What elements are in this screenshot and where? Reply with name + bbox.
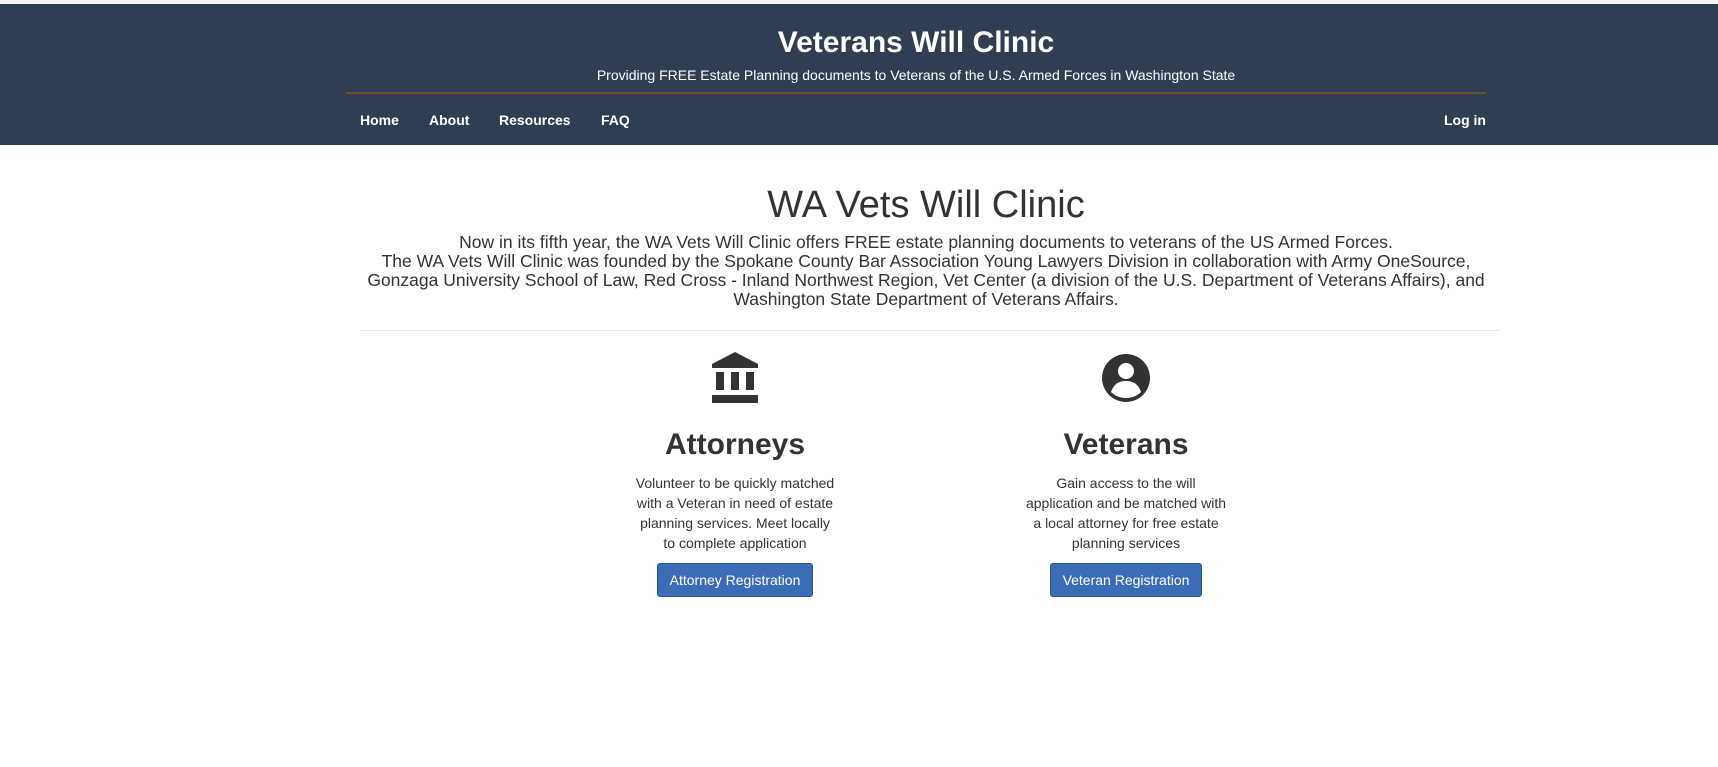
veterans-description: Gain access to the will application and … <box>1025 475 1227 551</box>
page: Veterans Will Clinic Providing FREE Esta… <box>0 0 1718 767</box>
intro-line-1: Now in its fifth year, the WA Vets Will … <box>459 232 1393 252</box>
veterans-heading: Veterans <box>1063 428 1189 461</box>
main-nav: Home About Resources FAQ Log in <box>346 110 1486 130</box>
account-circle-icon <box>1101 352 1151 404</box>
site-header: Veterans Will Clinic Providing FREE Esta… <box>0 4 1718 145</box>
site-title: Veterans Will Clinic <box>777 26 1055 59</box>
nav-item-about[interactable]: About <box>429 110 469 130</box>
bank-icon <box>710 352 760 404</box>
site-subtitle: Providing FREE Estate Planning documents… <box>596 67 1236 83</box>
nav-item-home[interactable]: Home <box>360 110 399 130</box>
veteran-registration-button[interactable]: Veteran Registration <box>1049 563 1203 597</box>
intro-text: Now in its fifth year, the WA Vets Will … <box>346 233 1506 309</box>
attorneys-card: Attorneys Volunteer to be quickly matche… <box>620 352 850 597</box>
veterans-card: Veterans Gain access to the will applica… <box>1011 352 1241 597</box>
login-link[interactable]: Log in <box>1444 110 1486 130</box>
nav-item-resources[interactable]: Resources <box>499 110 571 130</box>
section-divider <box>360 330 1500 331</box>
nav-item-faq[interactable]: FAQ <box>601 110 630 130</box>
header-divider <box>346 92 1486 94</box>
attorneys-heading: Attorneys <box>664 428 806 461</box>
attorney-registration-button[interactable]: Attorney Registration <box>656 563 814 597</box>
header-container: Veterans Will Clinic Providing FREE Esta… <box>346 4 1486 145</box>
intro-line-2: The WA Vets Will Clinic was founded by t… <box>367 251 1485 309</box>
attorneys-description: Volunteer to be quickly matched with a V… <box>635 475 835 551</box>
page-title: WA Vets Will Clinic <box>767 184 1085 226</box>
